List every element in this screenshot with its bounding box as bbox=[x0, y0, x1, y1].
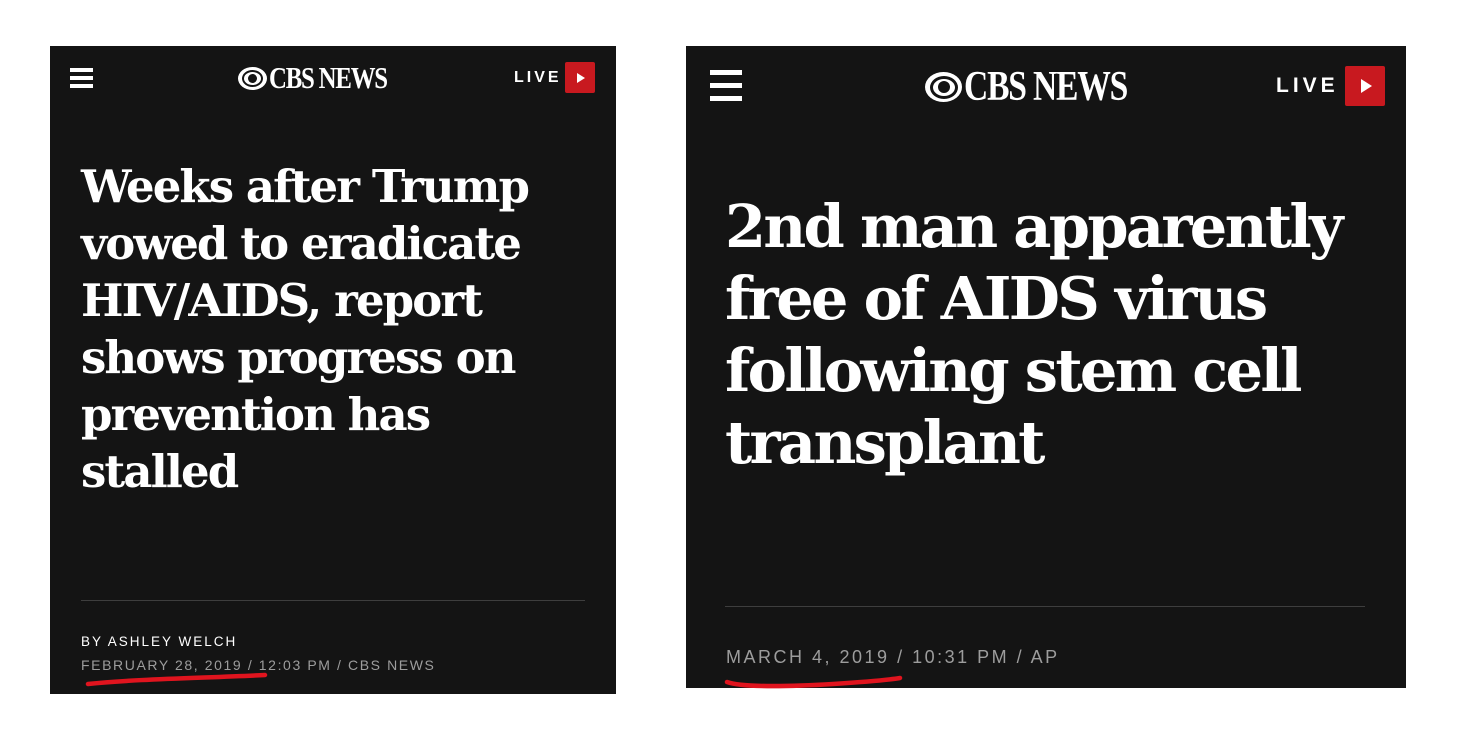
live-label: LIVE bbox=[1276, 74, 1339, 97]
publish-date: MARCH 4, 2019 bbox=[726, 647, 890, 667]
byline[interactable]: BY ASHLEY WELCH bbox=[81, 634, 237, 649]
underline-stroke bbox=[724, 675, 903, 689]
cbs-news-logo[interactable]: CBS NEWS bbox=[925, 64, 1168, 110]
play-icon bbox=[1344, 66, 1385, 106]
cbs-news-logo[interactable]: CBS NEWS bbox=[238, 60, 416, 95]
live-button[interactable]: LIVE bbox=[1276, 66, 1385, 106]
underline-stroke bbox=[85, 672, 268, 687]
brand-wordmark: CBS NEWS bbox=[269, 60, 388, 95]
meta-time-source: / 10:31 PM / AP bbox=[889, 647, 1060, 667]
live-label: LIVE bbox=[514, 68, 562, 86]
article-headline: 2nd man apparently free of AIDS virus fo… bbox=[725, 192, 1343, 477]
cbs-eye-icon bbox=[238, 66, 267, 90]
divider bbox=[725, 606, 1365, 607]
hamburger-menu-icon[interactable] bbox=[710, 70, 742, 101]
hamburger-menu-icon[interactable] bbox=[70, 68, 93, 88]
divider bbox=[81, 600, 585, 601]
article-meta: MARCH 4, 2019 / 10:31 PM / AP bbox=[726, 647, 1060, 668]
date-underline-annotation-2 bbox=[724, 675, 903, 689]
play-icon bbox=[564, 62, 595, 93]
article-panel-2: CBS NEWS LIVE 2nd man apparently free of… bbox=[686, 46, 1406, 688]
brand-wordmark: CBS NEWS bbox=[964, 64, 1128, 110]
article-panel-1: CBS NEWS LIVE Weeks after Trump vowed to… bbox=[50, 46, 616, 694]
meta-time-source: / 12:03 PM / CBS NEWS bbox=[242, 657, 436, 673]
live-button[interactable]: LIVE bbox=[514, 62, 595, 93]
cbs-eye-icon bbox=[925, 72, 962, 102]
article-headline: Weeks after Trump vowed to eradicate HIV… bbox=[81, 160, 530, 498]
date-underline-annotation-1 bbox=[85, 672, 268, 687]
